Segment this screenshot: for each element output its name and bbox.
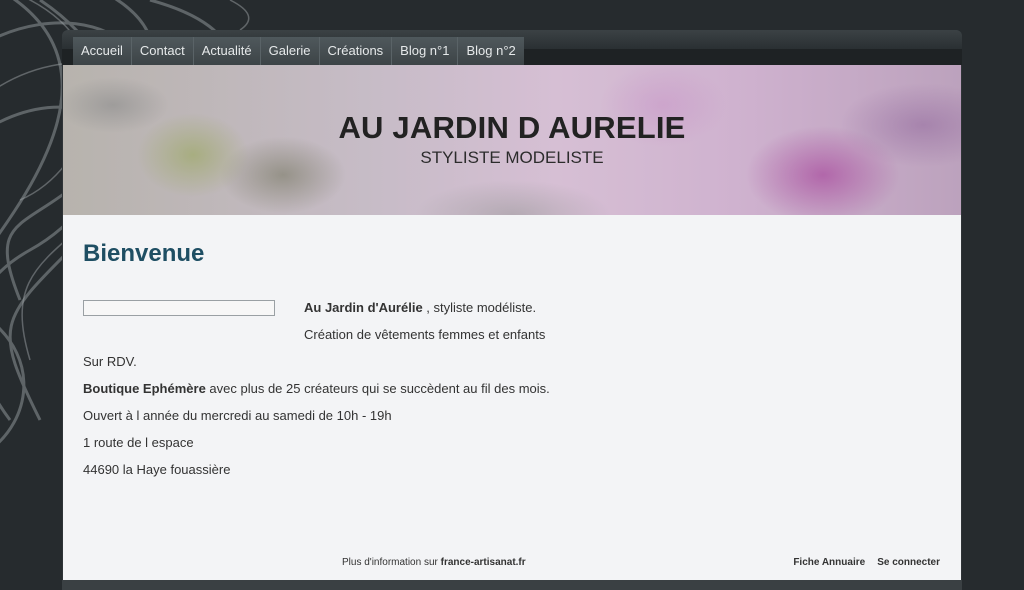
boutique-name: Boutique Ephémère — [83, 381, 206, 396]
nav-item-creations[interactable]: Créations — [318, 37, 392, 65]
main-content: Bienvenue Au Jardin d'Aurélie , styliste… — [63, 215, 961, 580]
rdv-text: Sur RDV. — [83, 354, 137, 369]
nav-item-contact[interactable]: Contact — [130, 37, 193, 65]
nav-items: Accueil Contact Actualité Galerie Créati… — [73, 37, 524, 65]
address-text: 1 route de l espace — [83, 435, 194, 450]
nav-item-accueil[interactable]: Accueil — [73, 37, 131, 65]
footer-links: Fiche Annuaire Se connecter — [793, 557, 940, 568]
city-text: 44690 la Haye fouassière — [83, 462, 231, 477]
site-container: Accueil Contact Actualité Galerie Créati… — [62, 30, 962, 590]
nav-item-blog-2[interactable]: Blog n°2 — [457, 37, 523, 65]
se-connecter-link[interactable]: Se connecter — [877, 557, 940, 568]
site-subtitle: STYLISTE MODELISTE — [420, 148, 604, 167]
image-placeholder — [83, 300, 275, 316]
business-name: Au Jardin d'Aurélie — [304, 300, 423, 315]
france-artisanat-link[interactable]: france-artisanat.fr — [441, 557, 526, 568]
header-banner: AU JARDIN D AURELIE STYLISTE MODELISTE — [63, 65, 961, 215]
boutique-text: avec plus de 25 créateurs qui se succède… — [205, 381, 550, 396]
footer-info: Plus d'information sur france-artisanat.… — [342, 557, 526, 568]
fiche-annuaire-link[interactable]: Fiche Annuaire — [793, 557, 865, 568]
nav-item-actualite[interactable]: Actualité — [192, 37, 260, 65]
site-title: AU JARDIN D AURELIE — [338, 110, 686, 145]
creation-text: Création de vêtements femmes et enfants — [304, 327, 546, 342]
nav-item-blog-1[interactable]: Blog n°1 — [391, 37, 457, 65]
intro-text: , styliste modéliste. — [422, 300, 537, 315]
boutique-paragraph: Boutique Ephémère avec plus de 25 créate… — [83, 381, 550, 396]
nav-item-galerie[interactable]: Galerie — [259, 37, 319, 65]
page-title: Bienvenue — [83, 240, 205, 267]
bottom-bar — [62, 580, 962, 590]
hours-text: Ouvert à l année du mercredi au samedi d… — [83, 408, 392, 423]
footer-info-prefix: Plus d'information sur — [342, 557, 441, 568]
main-navigation: Accueil Contact Actualité Galerie Créati… — [62, 30, 962, 65]
intro-paragraph: Au Jardin d'Aurélie , styliste modéliste… — [304, 300, 536, 315]
